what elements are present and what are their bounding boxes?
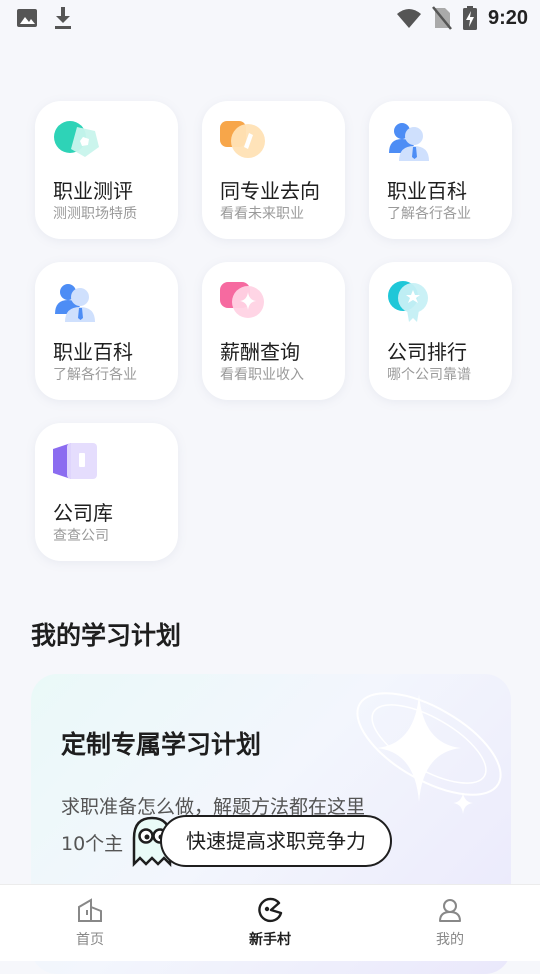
tool-card-company-library[interactable]: 公司库 查查公司 bbox=[35, 423, 178, 561]
profile-icon bbox=[439, 899, 461, 922]
career-encyclopedia-icon bbox=[55, 284, 95, 322]
newbie-village-icon bbox=[258, 897, 283, 923]
tool-title: 职业百科 bbox=[53, 340, 133, 364]
no-sim-icon bbox=[432, 6, 452, 30]
tool-subtitle: 了解各行各业 bbox=[387, 206, 471, 222]
tool-title: 薪酬查询 bbox=[220, 340, 300, 364]
tool-title: 职业百科 bbox=[387, 179, 467, 203]
tip-bubble[interactable]: 快速提高求职竞争力 bbox=[160, 815, 392, 867]
tool-subtitle: 了解各行各业 bbox=[53, 367, 137, 383]
tool-subtitle: 看看未来职业 bbox=[220, 206, 304, 222]
wifi-icon bbox=[396, 9, 421, 28]
status-bar: 9:20 bbox=[0, 0, 540, 36]
tool-subtitle: 测测职场特质 bbox=[53, 206, 137, 222]
clock: 9:20 bbox=[487, 6, 528, 29]
company-library-icon bbox=[53, 443, 97, 479]
home-icon bbox=[78, 898, 102, 922]
tool-title: 同专业去向 bbox=[220, 179, 320, 203]
tool-card-major-destination[interactable]: 同专业去向 看看未来职业 bbox=[202, 101, 345, 239]
study-plan-detail-start: 10个主 bbox=[61, 833, 124, 855]
career-test-icon bbox=[54, 121, 99, 157]
tool-card-career-encyclopedia-2[interactable]: 职业百科 了解各行各业 bbox=[35, 262, 178, 400]
tab-newbie-village[interactable]: 新手村 bbox=[210, 885, 330, 961]
download-icon bbox=[55, 7, 71, 29]
tool-title: 公司库 bbox=[53, 501, 113, 525]
tab-home[interactable]: 首页 bbox=[30, 885, 150, 961]
tool-subtitle: 看看职业收入 bbox=[220, 367, 304, 383]
tab-label: 新手村 bbox=[249, 932, 291, 948]
tool-card-career-test[interactable]: 职业测评 测测职场特质 bbox=[35, 101, 178, 239]
tab-profile[interactable]: 我的 bbox=[390, 885, 510, 961]
section-title-study-plan: 我的学习计划 bbox=[31, 621, 182, 650]
tab-label: 我的 bbox=[436, 932, 464, 948]
tool-subtitle: 查查公司 bbox=[53, 528, 109, 544]
tool-card-salary-query[interactable]: 薪酬查询 看看职业收入 bbox=[202, 262, 345, 400]
bottom-tab-bar: 首页 新手村 我的 bbox=[0, 884, 540, 961]
tool-title: 职业测评 bbox=[53, 179, 133, 203]
tool-title: 公司排行 bbox=[387, 340, 467, 364]
salary-query-icon bbox=[220, 282, 264, 318]
major-destination-icon bbox=[220, 121, 265, 158]
image-icon bbox=[17, 9, 37, 27]
tool-card-career-encyclopedia[interactable]: 职业百科 了解各行各业 bbox=[369, 101, 512, 239]
career-encyclopedia-icon bbox=[389, 123, 429, 161]
company-ranking-icon bbox=[388, 281, 428, 322]
tab-label: 首页 bbox=[76, 932, 104, 948]
tool-subtitle: 哪个公司靠谱 bbox=[387, 367, 471, 383]
study-plan-heading: 定制专属学习计划 bbox=[61, 730, 262, 759]
tool-card-company-ranking[interactable]: 公司排行 哪个公司靠谱 bbox=[369, 262, 512, 400]
battery-charging-icon bbox=[462, 6, 477, 30]
